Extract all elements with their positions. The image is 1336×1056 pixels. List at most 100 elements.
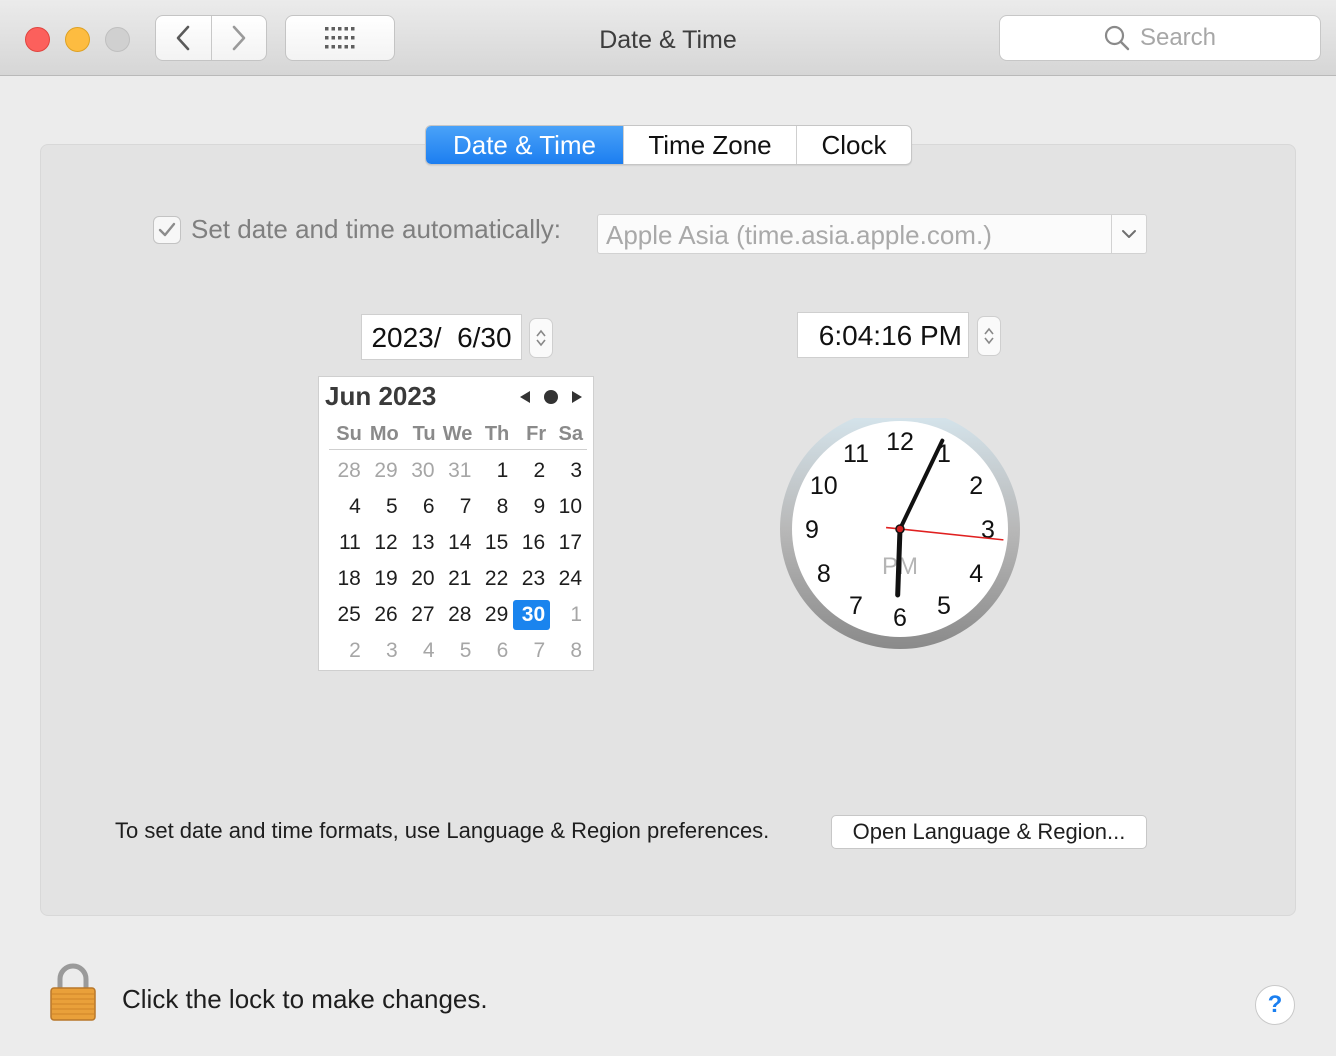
calendar-navigation	[519, 389, 583, 405]
stepper-up-icon[interactable]	[534, 328, 548, 338]
clock-number: 11	[843, 440, 869, 468]
calendar-day[interactable]: 8	[550, 633, 587, 669]
clock-center-pin	[895, 524, 905, 534]
tab-date-time[interactable]: Date & Time	[426, 126, 623, 164]
clock-number: 5	[937, 592, 951, 620]
clock-number: 8	[817, 560, 831, 588]
calendar-day[interactable]: 6	[476, 633, 513, 669]
clock-number: 9	[805, 516, 819, 544]
calendar-day[interactable]: 13	[403, 525, 440, 561]
search-placeholder: Search	[1139, 24, 1217, 51]
weekday-label: We	[442, 423, 473, 445]
calendar-day[interactable]: 7	[440, 489, 477, 525]
calendar-day[interactable]: 12	[366, 525, 403, 561]
calendar-day[interactable]: 28	[329, 453, 366, 489]
calendar-day[interactable]: 28	[440, 597, 477, 633]
calendar-day[interactable]: 23	[513, 561, 550, 597]
title-bar: Date & Time Search	[0, 0, 1336, 76]
calendar-days: 28 29 30 31 1 2 3 4 5 6 7 8 9 10 11 12 13 14 15 16 17 18 19 20 2…	[329, 453, 587, 669]
search-field[interactable]: Search	[999, 15, 1321, 61]
weekday-label: Fr	[526, 423, 547, 445]
open-language-region-button[interactable]: Open Language & Region...	[831, 815, 1147, 849]
calendar-day[interactable]: 3	[550, 453, 587, 489]
content-panel	[40, 144, 1296, 916]
calendar-day[interactable]: 29	[476, 597, 513, 633]
stepper-down-icon[interactable]	[534, 338, 548, 348]
calendar-day[interactable]: 16	[513, 525, 550, 561]
calendar-day[interactable]: 30	[513, 600, 551, 630]
clock-number: 6	[893, 604, 907, 632]
weekday-label: Th	[484, 423, 510, 445]
calendar-day[interactable]: 4	[403, 633, 440, 669]
date-field[interactable]: 2023/ 6/30	[361, 314, 522, 360]
tab-time-zone[interactable]: Time Zone	[623, 126, 796, 164]
calendar-day[interactable]: 30	[403, 453, 440, 489]
clock-number: 10	[810, 472, 838, 500]
calendar-day[interactable]: 5	[366, 489, 403, 525]
stepper-down-icon[interactable]	[982, 336, 996, 346]
calendar-day[interactable]: 5	[440, 633, 477, 669]
calendar-day[interactable]: 11	[329, 525, 366, 561]
calendar-day[interactable]: 31	[440, 453, 477, 489]
help-button[interactable]: ?	[1255, 985, 1295, 1025]
calendar-day[interactable]: 15	[476, 525, 513, 561]
calendar-day[interactable]: 3	[366, 633, 403, 669]
calendar-day[interactable]: 21	[440, 561, 477, 597]
calendar-day[interactable]: 24	[550, 561, 587, 597]
calendar-day[interactable]: 25	[329, 597, 366, 633]
calendar-day[interactable]: 27	[403, 597, 440, 633]
checkmark-icon	[158, 222, 176, 236]
clock-number: 4	[969, 560, 983, 588]
lock-message: Click the lock to make changes.	[122, 984, 488, 1014]
calendar-day[interactable]: 14	[440, 525, 477, 561]
calendar-day[interactable]: 18	[329, 561, 366, 597]
weekday-label: Tu	[412, 423, 436, 445]
calendar-day[interactable]: 9	[513, 489, 550, 525]
calendar-day[interactable]: 7	[513, 633, 550, 669]
calendar-day[interactable]: 17	[550, 525, 587, 561]
tab-bar: Date & Time Time Zone Clock	[425, 125, 912, 165]
auto-time-checkbox[interactable]	[153, 215, 181, 244]
time-field[interactable]: 6:04:16 PM	[797, 312, 969, 358]
stepper-up-icon[interactable]	[982, 326, 996, 336]
time-server-select[interactable]: Apple Asia (time.asia.apple.com.)	[597, 214, 1147, 254]
clock-number: 7	[849, 592, 863, 620]
next-month-icon[interactable]	[571, 390, 583, 404]
calendar-day[interactable]: 2	[329, 633, 366, 669]
tab-clock[interactable]: Clock	[796, 126, 911, 164]
calendar: Jun 2023 Su Mo Tu We Th Fr Sa 28 29 30 31 1 2 3 4 5 6 7 8…	[318, 376, 594, 671]
calendar-day[interactable]: 22	[476, 561, 513, 597]
calendar-day[interactable]: 6	[403, 489, 440, 525]
calendar-day[interactable]: 1	[550, 597, 587, 633]
date-stepper[interactable]	[529, 318, 553, 358]
clock-number: 12	[886, 428, 914, 456]
calendar-day[interactable]: 8	[476, 489, 513, 525]
time-server-value: Apple Asia (time.asia.apple.com.)	[606, 220, 992, 250]
calendar-day[interactable]: 10	[550, 489, 587, 525]
weekday-label: Mo	[369, 423, 399, 445]
calendar-day[interactable]: 26	[366, 597, 403, 633]
today-dot-icon[interactable]	[543, 389, 559, 405]
time-stepper[interactable]	[977, 316, 1001, 356]
calendar-day[interactable]: 1	[476, 453, 513, 489]
search-icon	[1104, 25, 1130, 51]
clock-number: 2	[969, 472, 983, 500]
previous-month-icon[interactable]	[519, 390, 531, 404]
chevron-down-icon[interactable]	[1111, 215, 1146, 253]
calendar-day[interactable]: 20	[403, 561, 440, 597]
calendar-day[interactable]: 4	[329, 489, 366, 525]
calendar-weekday-header: Su Mo Tu We Th Fr Sa	[329, 423, 587, 450]
analog-clock: 121234567891011 PM	[780, 418, 1020, 649]
clock-number: 3	[981, 516, 995, 544]
calendar-day[interactable]: 19	[366, 561, 403, 597]
auto-time-row: Set date and time automatically:	[153, 214, 561, 245]
formats-hint: To set date and time formats, use Langua…	[115, 818, 770, 843]
auto-time-label: Set date and time automatically:	[191, 214, 561, 244]
calendar-month-label: Jun 2023	[325, 381, 437, 411]
lock-icon[interactable]	[48, 963, 98, 1023]
hour-hand	[895, 526, 903, 598]
calendar-day[interactable]: 29	[366, 453, 403, 489]
weekday-label: Su	[336, 423, 362, 445]
weekday-label: Sa	[558, 423, 583, 445]
calendar-day[interactable]: 2	[513, 453, 550, 489]
